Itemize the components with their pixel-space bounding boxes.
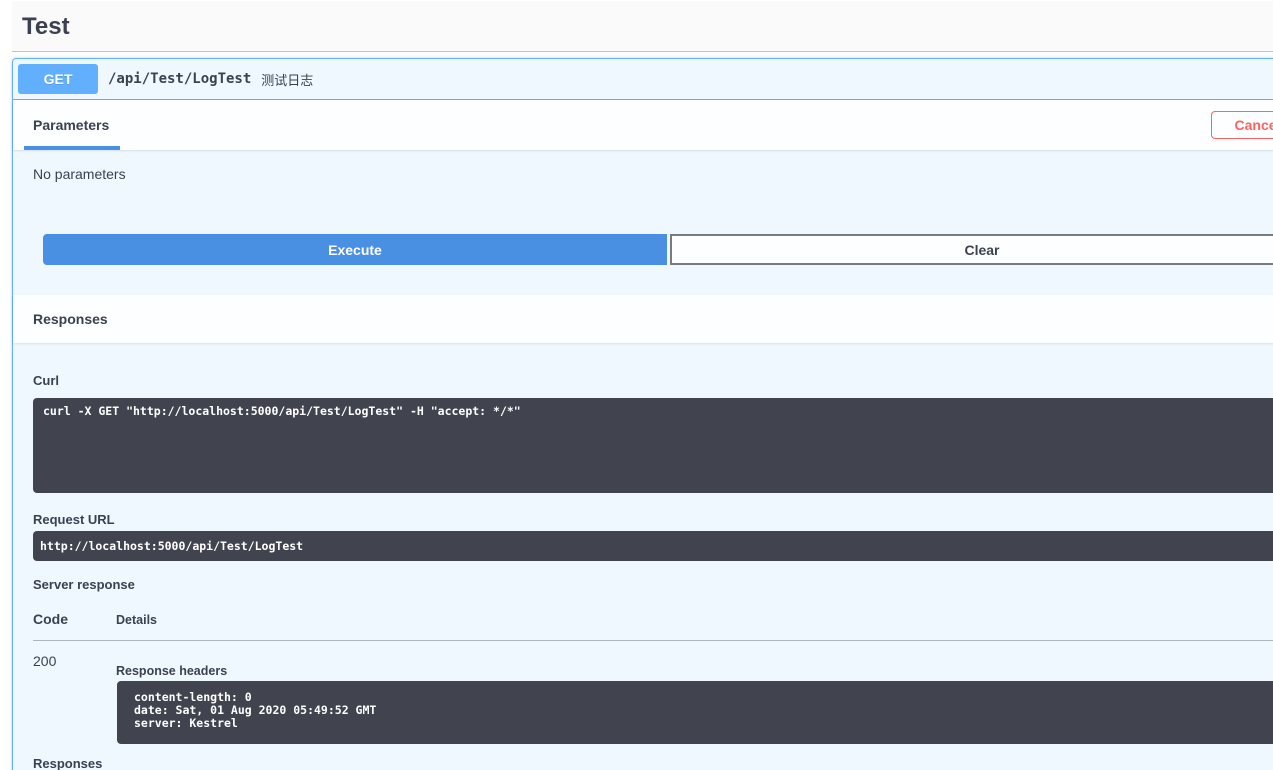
response-details-cell: Response headers content-length: 0 date:… bbox=[116, 641, 1273, 744]
live-response-row: 200 Response headers content-length: 0 d… bbox=[33, 641, 1273, 744]
parameters-section-header: Parameters Cancel bbox=[13, 100, 1273, 150]
tag-section-header[interactable]: Test bbox=[12, 1, 1273, 52]
execute-button[interactable]: Execute bbox=[43, 234, 667, 265]
opblock-summary[interactable]: GET /api/Test/LogTest 测试日志 bbox=[13, 59, 1273, 100]
operation-description: 测试日志 bbox=[261, 72, 314, 88]
response-status-code: 200 bbox=[33, 653, 57, 669]
no-parameters-message: No parameters bbox=[33, 166, 126, 182]
server-response-label: Server response bbox=[33, 577, 135, 592]
details-column-header: Details bbox=[116, 592, 1273, 641]
response-headers-label: Response headers bbox=[116, 664, 228, 678]
opblock-get: GET /api/Test/LogTest 测试日志 Parameters Ca… bbox=[12, 58, 1273, 770]
code-column-header: Code bbox=[33, 592, 116, 641]
curl-label: Curl bbox=[33, 373, 59, 388]
response-headers-block: content-length: 0 date: Sat, 01 Aug 2020… bbox=[117, 681, 1273, 744]
method-badge: GET bbox=[18, 64, 98, 94]
tag-title: Test bbox=[22, 13, 70, 40]
documented-responses-label: Responses bbox=[33, 756, 103, 770]
operation-path: /api/Test/LogTest bbox=[108, 71, 252, 87]
live-response-table: Code Details 200 Response headers conten… bbox=[33, 592, 1273, 744]
active-tab-underline bbox=[24, 146, 120, 150]
request-url-label: Request URL bbox=[33, 512, 115, 527]
parameters-tab[interactable]: Parameters bbox=[33, 117, 109, 133]
execute-button-group: Execute Clear bbox=[13, 204, 1273, 295]
responses-section-header: Responses bbox=[13, 295, 1273, 343]
clear-button[interactable]: Clear bbox=[670, 234, 1273, 265]
swagger-page: Test GET /api/Test/LogTest 测试日志 Paramete… bbox=[12, 0, 1273, 770]
responses-title: Responses bbox=[33, 311, 108, 327]
table-header-row: Code Details bbox=[33, 592, 1273, 641]
curl-command[interactable]: curl -X GET "http://localhost:5000/api/T… bbox=[33, 398, 1273, 493]
cancel-button[interactable]: Cancel bbox=[1211, 111, 1273, 139]
request-url-value: http://localhost:5000/api/Test/LogTest bbox=[33, 531, 1273, 561]
responses-inner: Curl curl -X GET "http://localhost:5000/… bbox=[13, 343, 1273, 770]
